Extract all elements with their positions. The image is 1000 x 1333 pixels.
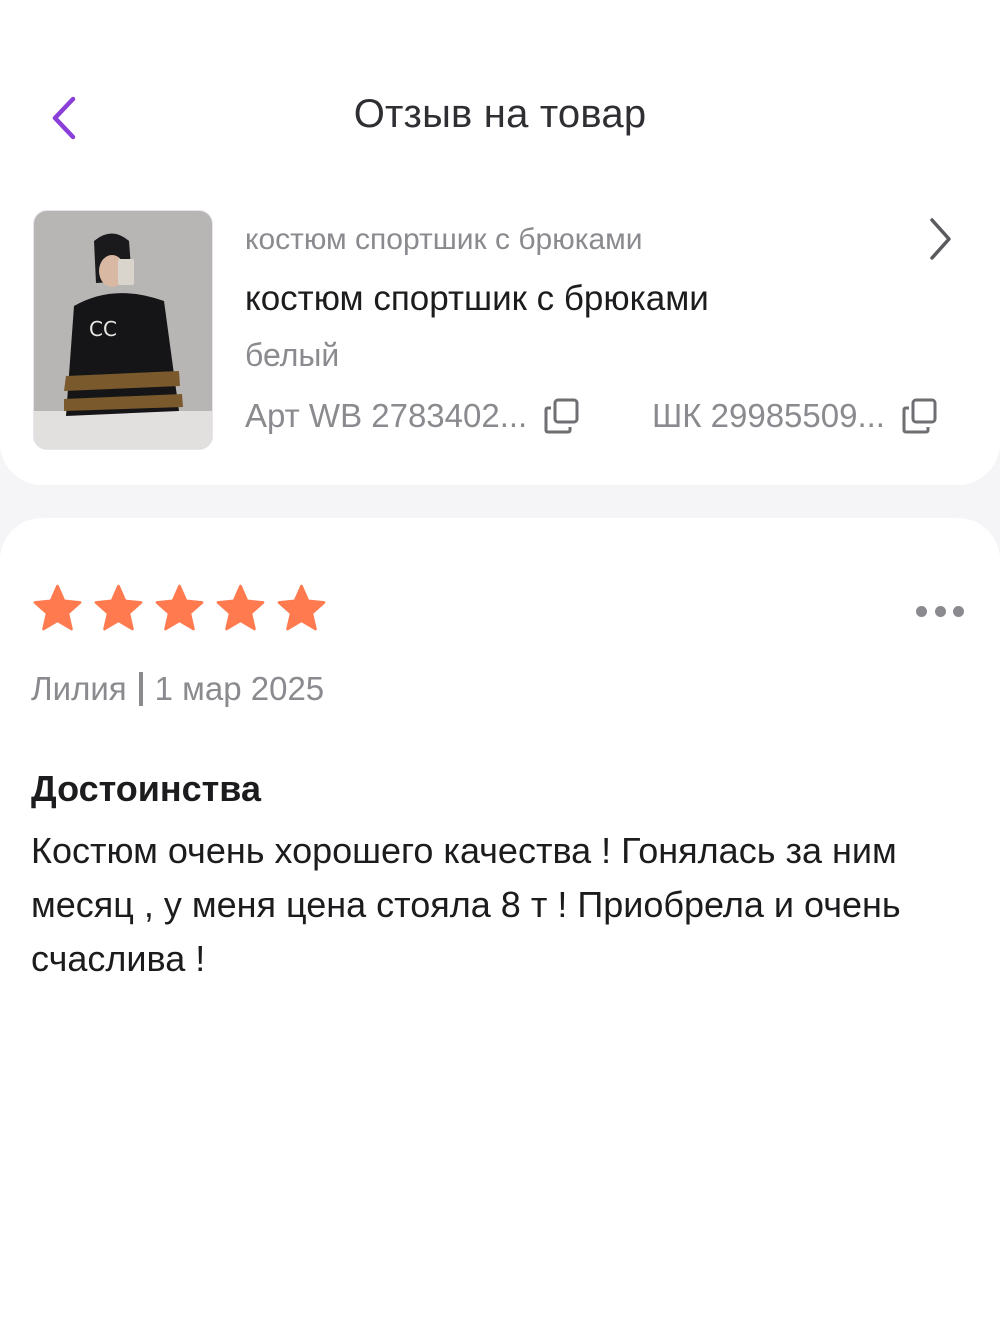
copy-article-button[interactable]	[543, 397, 581, 435]
review-author: Лилия	[31, 670, 127, 707]
more-options-button[interactable]	[910, 594, 970, 628]
product-color: белый	[245, 337, 340, 373]
star-icon	[155, 584, 204, 631]
article-number: Арт WB 2783402...	[245, 397, 581, 435]
barcode-label: ШК 29985509...	[652, 397, 885, 434]
chevron-right-icon	[930, 218, 951, 260]
svg-text:CC: CC	[89, 317, 117, 341]
product-card[interactable]: CC костюм спортшик с брюками костюм спор…	[0, 175, 1000, 485]
product-brand: костюм спортшик с брюками	[245, 223, 643, 256]
top-bar: Отзыв на товар	[0, 0, 1000, 175]
more-dot	[916, 605, 927, 617]
review-date: 1 мар 2025	[154, 670, 325, 707]
copy-icon	[544, 398, 579, 434]
star-icon	[33, 584, 82, 631]
page-title: Отзыв на товар	[353, 92, 647, 136]
copy-barcode-button[interactable]	[901, 397, 939, 435]
more-dot	[953, 605, 964, 617]
product-open-button[interactable]	[918, 215, 962, 263]
star-icon	[216, 584, 265, 631]
review-card: Лилия 1 мар 2025 Достоинства Костюм очен…	[0, 518, 1000, 1333]
review-meta: Лилия 1 мар 2025	[31, 670, 324, 708]
copy-icon	[902, 398, 937, 434]
rating-stars	[30, 582, 329, 636]
more-dot	[934, 605, 946, 617]
product-photo: CC	[34, 211, 212, 449]
pros-text: Костюм очень хорошего качества ! Гонялас…	[31, 830, 901, 979]
pros-title: Достоинства	[31, 768, 261, 809]
meta-divider	[138, 672, 143, 706]
barcode-number: ШК 29985509...	[652, 397, 939, 435]
star-icon	[94, 584, 143, 631]
star-icon	[277, 584, 326, 631]
product-thumbnail[interactable]: CC	[33, 210, 213, 450]
article-label: Арт WB 2783402...	[245, 397, 528, 434]
product-name: костюм спортшик с брюками	[245, 279, 709, 318]
